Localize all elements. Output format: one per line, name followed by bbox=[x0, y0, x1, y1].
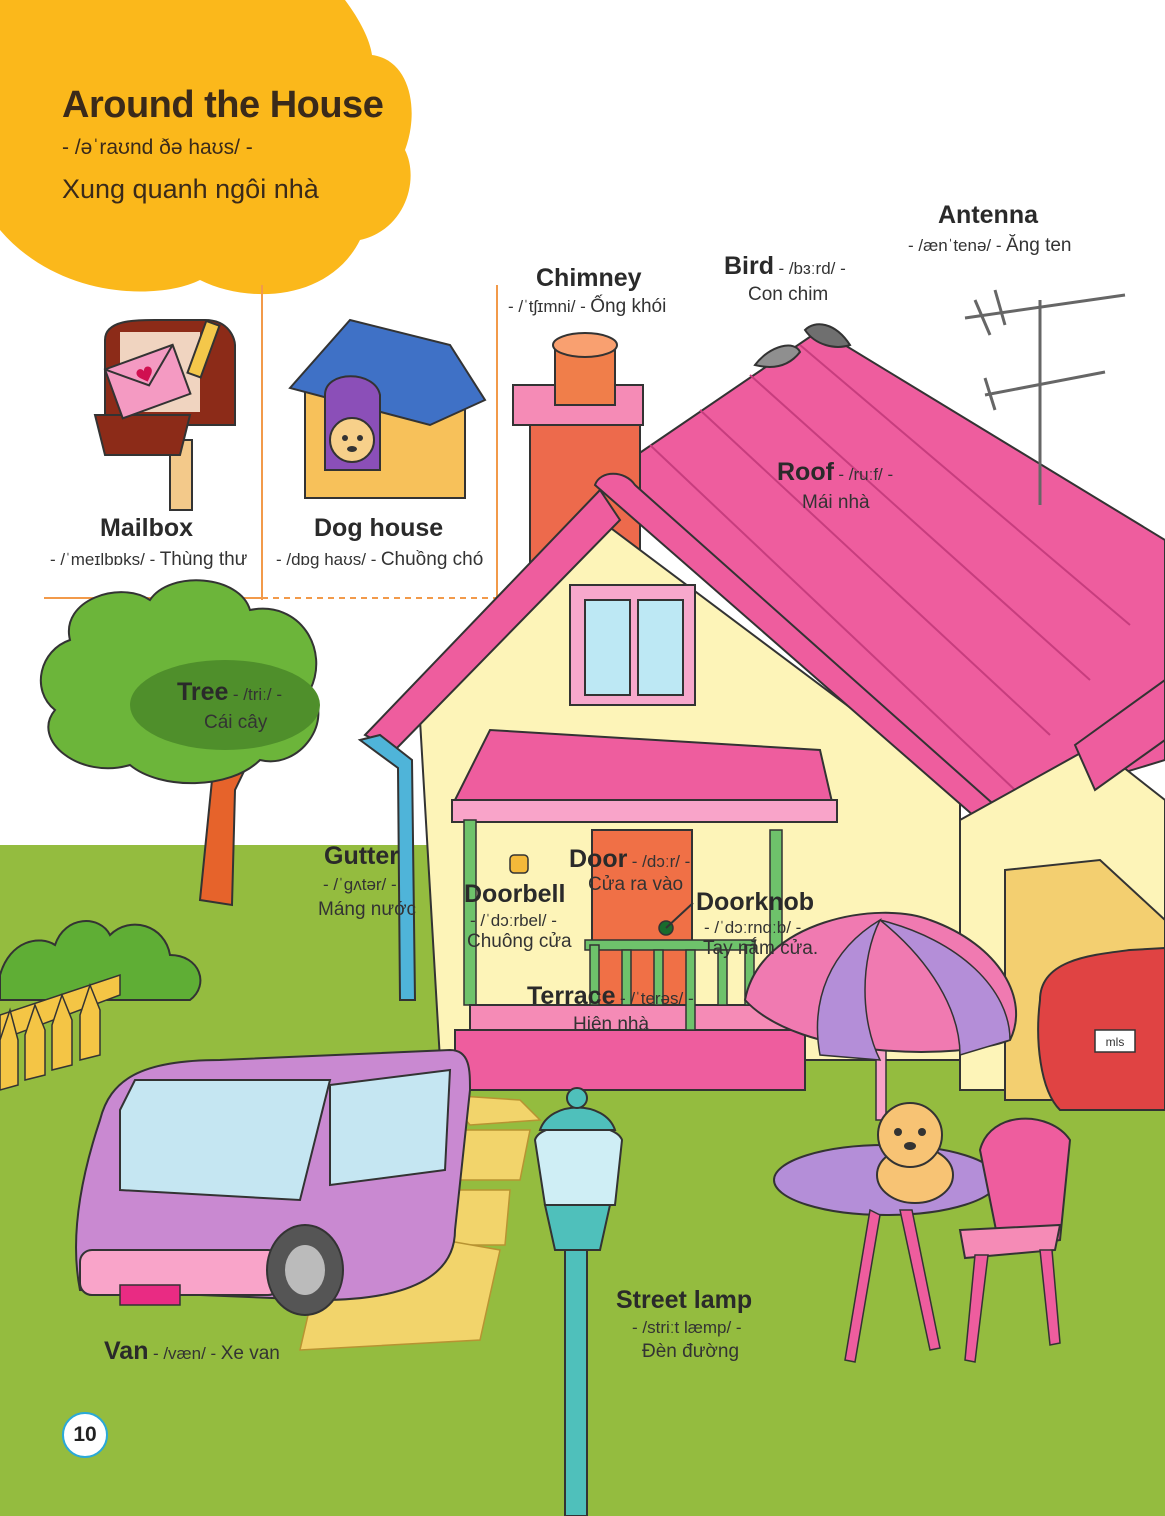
tree-word: Tree bbox=[177, 678, 229, 706]
doorbell-meaning: Chuông cửa bbox=[467, 931, 572, 952]
gutter-word: Gutter bbox=[324, 842, 399, 870]
chimney-pron: - /ˈtʃɪmni/ - bbox=[508, 297, 586, 316]
page-title-vietnamese: Xung quanh ngôi nhà bbox=[62, 174, 319, 204]
van-illustration bbox=[75, 1048, 472, 1316]
bird-label: Bird - /bɜːrd/ - bbox=[724, 252, 846, 281]
van-pron: - /væn/ - bbox=[152, 1344, 217, 1363]
antenna-pron: - /ænˈtenə/ - bbox=[908, 236, 1002, 255]
roof-meaning: Mái nhà bbox=[802, 492, 870, 513]
bird-meaning: Con chim bbox=[748, 284, 829, 305]
doorknob-pron: - /ˈdɔːrnɑːb/ - bbox=[704, 918, 802, 937]
page-title-pronunciation: - /əˈraʊnd ðə haʊs/ - bbox=[62, 136, 253, 159]
bird-word: Bird bbox=[724, 252, 774, 280]
antenna-gloss: - /ænˈtenə/ - Ăng ten bbox=[908, 235, 1072, 257]
terrace-label: Terrace - /ˈterəs/ - bbox=[527, 982, 694, 1011]
mailbox-illustration bbox=[93, 319, 236, 511]
mailbox-pron: - /ˈmeɪlbɒks/ - bbox=[50, 550, 156, 569]
street-lamp-pron: - /striːt læmp/ - bbox=[632, 1318, 742, 1337]
dog-house-word: Dog house bbox=[314, 514, 444, 542]
doorknob-word: Doorknob bbox=[696, 888, 815, 916]
car-illustration: mls bbox=[1037, 946, 1165, 1111]
chimney-meaning: Ống khói bbox=[590, 296, 667, 317]
page-title: Around the House bbox=[62, 84, 384, 126]
doorknob-meaning: Tay nắm cửa. bbox=[703, 938, 819, 959]
roof-pron: - /ruːf/ - bbox=[838, 465, 894, 484]
antenna-word: Antenna bbox=[938, 201, 1038, 229]
chimney-gloss: - /ˈtʃɪmni/ - Ống khói bbox=[508, 296, 666, 318]
tree-label: Tree - /triː/ - bbox=[177, 678, 282, 707]
mailbox-meaning: Thùng thư bbox=[159, 549, 248, 570]
doorbell-dot bbox=[509, 854, 529, 874]
dog-house-illustration bbox=[288, 318, 487, 499]
tree-meaning: Cái cây bbox=[204, 712, 268, 733]
doorbell-word: Doorbell bbox=[464, 880, 566, 908]
roof-word: Roof bbox=[777, 458, 834, 486]
door-label: Door - /dɔːr/ - bbox=[569, 845, 690, 874]
street-lamp-meaning: Đèn đường bbox=[642, 1341, 740, 1362]
door-pron: - /dɔːr/ - bbox=[631, 852, 691, 871]
antenna-meaning: Ăng ten bbox=[1006, 235, 1072, 256]
bird-pron: - /bɜːrd/ - bbox=[778, 259, 846, 278]
dog-house-pron: - /dɒg haʊs/ - bbox=[276, 550, 377, 569]
van-word: Van bbox=[104, 1337, 149, 1365]
street-lamp-word: Street lamp bbox=[616, 1286, 753, 1314]
dog-house-gloss: - /dɒg haʊs/ - Chuồng chó bbox=[276, 549, 483, 571]
terrace-meaning: Hiên nhà bbox=[573, 1014, 650, 1035]
gutter-pron: - /ˈɡʌtər/ - bbox=[323, 875, 397, 894]
van-meaning: Xe van bbox=[220, 1343, 280, 1364]
terrace-word: Terrace bbox=[527, 982, 616, 1010]
car-plate: mls bbox=[1106, 1035, 1125, 1049]
dog-house-meaning: Chuồng chó bbox=[380, 549, 484, 570]
roof-label: Roof - /ruːf/ - bbox=[777, 458, 893, 487]
door-meaning: Cửa ra vào bbox=[588, 874, 684, 895]
chimney-word: Chimney bbox=[536, 264, 642, 292]
page-number: 10 bbox=[62, 1412, 108, 1458]
tree-pron: - /triː/ - bbox=[232, 685, 282, 704]
gutter-meaning: Máng nước bbox=[318, 899, 417, 920]
van-label: Van - /væn/ - Xe van bbox=[104, 1337, 280, 1366]
mailbox-word: Mailbox bbox=[100, 514, 194, 542]
mailbox-gloss: - /ˈmeɪlbɒks/ - Thùng thư bbox=[50, 549, 247, 571]
terrace-pron: - /ˈterəs/ - bbox=[619, 989, 694, 1008]
door-word: Door bbox=[569, 845, 628, 873]
doorbell-pron: - /ˈdɔːrbel/ - bbox=[470, 911, 557, 930]
